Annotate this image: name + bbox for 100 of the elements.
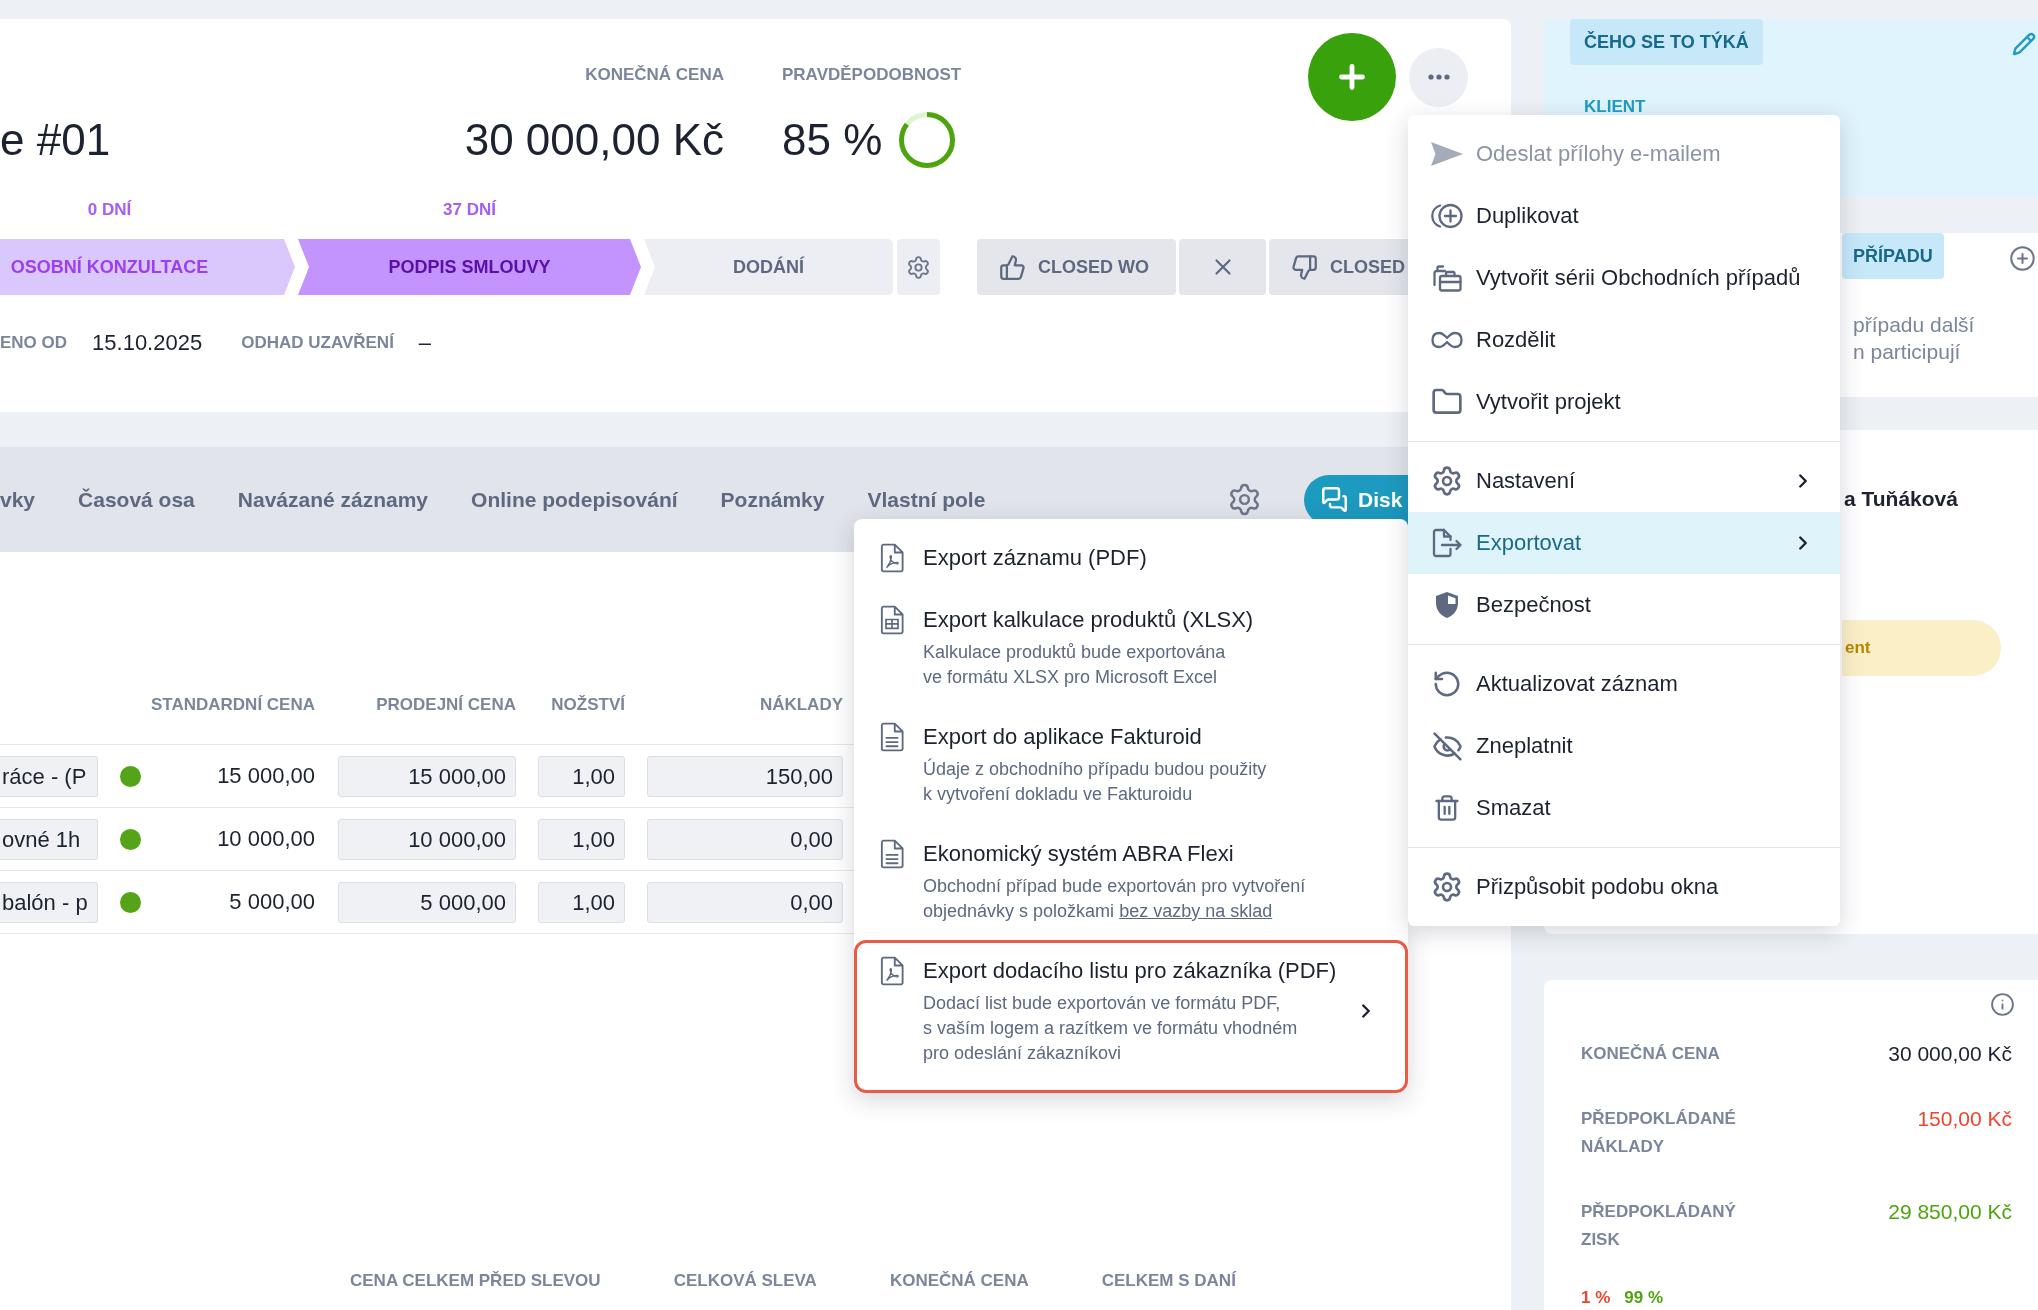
table-cell-text: 15 000,00 xyxy=(216,762,315,790)
table-cell-text: 5 000,00 xyxy=(228,888,315,916)
menu-item[interactable]: Exportovat xyxy=(1408,512,1840,574)
pencil-icon[interactable] xyxy=(2012,32,2036,56)
status-tag: ent xyxy=(1842,620,2001,676)
option-title: Export záznamu (PDF) xyxy=(923,544,1147,572)
product-name-field[interactable]: balón - p xyxy=(0,881,98,923)
quantity-field[interactable]: 1,00 xyxy=(538,755,625,797)
column-header: STANDARDNÍ CENA xyxy=(150,694,315,716)
participants-text: případu další n participují xyxy=(1853,312,1975,365)
stat-value: 30 000,00 Kč xyxy=(464,114,724,166)
column-header: NÁKLADY xyxy=(758,694,843,716)
cost-field[interactable]: 0,00 xyxy=(647,818,843,860)
owner-name: a Tuňáková xyxy=(1844,486,1958,512)
tab[interactable]: Online podepisování xyxy=(471,480,678,519)
field-label: KLIENT xyxy=(1584,97,1646,117)
price-field[interactable]: 10 000,00 xyxy=(338,818,516,860)
menu-item[interactable]: Rozdělit xyxy=(1408,309,1840,371)
column-header: NOŽSTVÍ xyxy=(550,694,625,716)
settings-button[interactable] xyxy=(897,239,940,295)
price-field[interactable]: 5 000,00 xyxy=(338,881,516,923)
chat-icon xyxy=(1321,486,1348,513)
thumbs-up-icon xyxy=(999,253,1026,281)
settings-icon xyxy=(1431,871,1463,903)
stage-duration: 0 DNÍ xyxy=(87,200,132,220)
pipeline-stage[interactable]: DODÁNÍ xyxy=(644,239,893,295)
quantity-field[interactable]: 1,00 xyxy=(538,881,625,923)
option-title: Export kalkulace produktů (XLSX) xyxy=(923,606,1254,634)
tab[interactable]: Časová osa xyxy=(78,480,195,519)
option-title: Export dodacího listu pro zákazníka (PDF) xyxy=(923,957,1337,985)
totals-label: CENA CELKEM PŘED SLEVOU xyxy=(350,1270,601,1292)
pipeline-stage[interactable]: PODPIS SMLOUVY xyxy=(298,239,641,295)
trash-icon xyxy=(1433,794,1461,822)
menu-item[interactable]: Zneplatnit xyxy=(1408,715,1840,777)
option-title: Ekonomický systém ABRA Flexi xyxy=(923,840,1234,868)
date-label: ENO OD xyxy=(0,333,68,353)
quantity-field[interactable]: 1,00 xyxy=(538,818,625,860)
product-name-field[interactable]: ráce - (P xyxy=(0,755,98,797)
document-icon xyxy=(880,722,904,752)
totals-label: KONEČNÁ CENA xyxy=(889,1270,1029,1292)
stat-label: KONEČNÁ CENA xyxy=(585,64,724,86)
deal-title: e #01 xyxy=(0,114,111,166)
menu-item[interactable]: Aktualizovat záznam xyxy=(1408,653,1840,715)
send-icon xyxy=(1431,142,1463,166)
date-label: ODHAD UZAVŘENÍ xyxy=(241,333,394,353)
summary-value: 30 000,00 Kč xyxy=(1888,1041,2012,1067)
settings-icon xyxy=(906,254,931,280)
briefcase-stack-icon xyxy=(1432,264,1462,292)
product-name-field[interactable]: ovné 1h xyxy=(0,818,98,860)
menu-item[interactable]: Smazat xyxy=(1408,777,1840,839)
menu-item[interactable]: Vytvořit sérii Obchodních případů xyxy=(1408,247,1840,309)
menu-item[interactable]: Vytvořit projekt xyxy=(1408,371,1840,433)
rotate-arrow-icon xyxy=(1432,669,1462,699)
stage-duration: 37 DNÍ xyxy=(443,200,496,220)
cost-field[interactable]: 150,00 xyxy=(647,755,843,797)
price-field[interactable]: 15 000,00 xyxy=(338,755,516,797)
tab[interactable]: Navázané záznamy xyxy=(237,480,429,519)
document-icon xyxy=(880,839,904,869)
menu-item[interactable]: Nastavení xyxy=(1408,450,1840,512)
table-cell-text: 10 000,00 xyxy=(216,825,315,853)
won-button[interactable]: CLOSED WO xyxy=(977,239,1176,295)
option-title: Export do aplikace Fakturoid xyxy=(923,723,1202,751)
date-value: 15.10.2025 xyxy=(92,330,203,356)
totals-label: CELKEM S DANÍ xyxy=(1101,1270,1236,1292)
percent-value: 1 % xyxy=(1581,1287,1611,1309)
section-badge: PŘÍPADU xyxy=(1842,233,1944,279)
export-option[interactable]: Export do aplikace Fakturoid Údaje z obchodního případu budou použity k vytvoření dokladu ve Fakturoidu xyxy=(854,706,1408,823)
export-option[interactable]: Ekonomický systém ABRA Flexi Obchodní případ bude exportován pro vytvoření objednávky s položkami bez vazby na sklad xyxy=(854,823,1408,940)
menu-item[interactable]: Duplikovat xyxy=(1408,185,1840,247)
thumbs-down-icon xyxy=(1291,253,1318,281)
option-description: Údaje z obchodního případu budou použity k vytvoření dokladu ve Fakturoidu xyxy=(923,757,1267,806)
settings-icon xyxy=(1431,465,1463,497)
pdf-file-icon xyxy=(880,956,904,986)
totals-label: CELKOVÁ SLEVA xyxy=(673,1270,817,1292)
probability-ring xyxy=(898,111,957,169)
text-link[interactable]: bez vazby na sklad xyxy=(1119,901,1273,921)
menu-item[interactable]: Bezpečnost xyxy=(1408,574,1840,636)
summary-value: 29 850,00 Kč xyxy=(1888,1199,2012,1225)
plus-circle-icon[interactable] xyxy=(2009,245,2036,272)
stat-value: 85 % xyxy=(782,114,883,166)
cost-field[interactable]: 0,00 xyxy=(647,881,843,923)
info-icon[interactable] xyxy=(1990,992,2015,1017)
percent-value: 99 % xyxy=(1624,1287,1664,1309)
summary-label: PŘEDPOKLÁDANÝ ZISK xyxy=(1581,1201,1736,1251)
infinity-icon xyxy=(1431,331,1463,349)
section-badge: ČEHO SE TO TÝKÁ xyxy=(1570,19,1763,65)
settings-icon[interactable] xyxy=(1227,482,1262,517)
export-option[interactable]: Export kalkulace produktů (XLSX) Kalkulace produktů bude exportována ve formátu XLSX pro Microsoft Excel xyxy=(854,589,1408,706)
menu-item[interactable]: Přizpůsobit podobu okna xyxy=(1408,856,1840,918)
summary-value: 150,00 Kč xyxy=(1917,1106,2012,1132)
export-option[interactable]: Export záznamu (PDF) xyxy=(854,527,1408,589)
tab[interactable]: Poznámky xyxy=(720,480,825,519)
export-option[interactable]: Export dodacího listu pro zákazníka (PDF) Dodací list bude exportován ve formátu PDF, s vaším logem a razítkem ve formátu vhodném pro odeslání zákazníkovi xyxy=(854,940,1408,1093)
tab[interactable]: vky xyxy=(0,480,36,519)
tab[interactable]: Vlastní pole xyxy=(867,480,986,519)
pdf-file-icon xyxy=(880,543,904,573)
circle-plus-icon xyxy=(1431,202,1463,230)
option-description: Dodací list bude exportován ve formátu PDF, s vaším logem a razítkem ve formátu vhodném pro odeslání zákazníkovi xyxy=(923,992,1298,1065)
summary-label: KONEČNÁ CENA xyxy=(1581,1043,1720,1065)
spreadsheet-file-icon xyxy=(880,605,904,635)
